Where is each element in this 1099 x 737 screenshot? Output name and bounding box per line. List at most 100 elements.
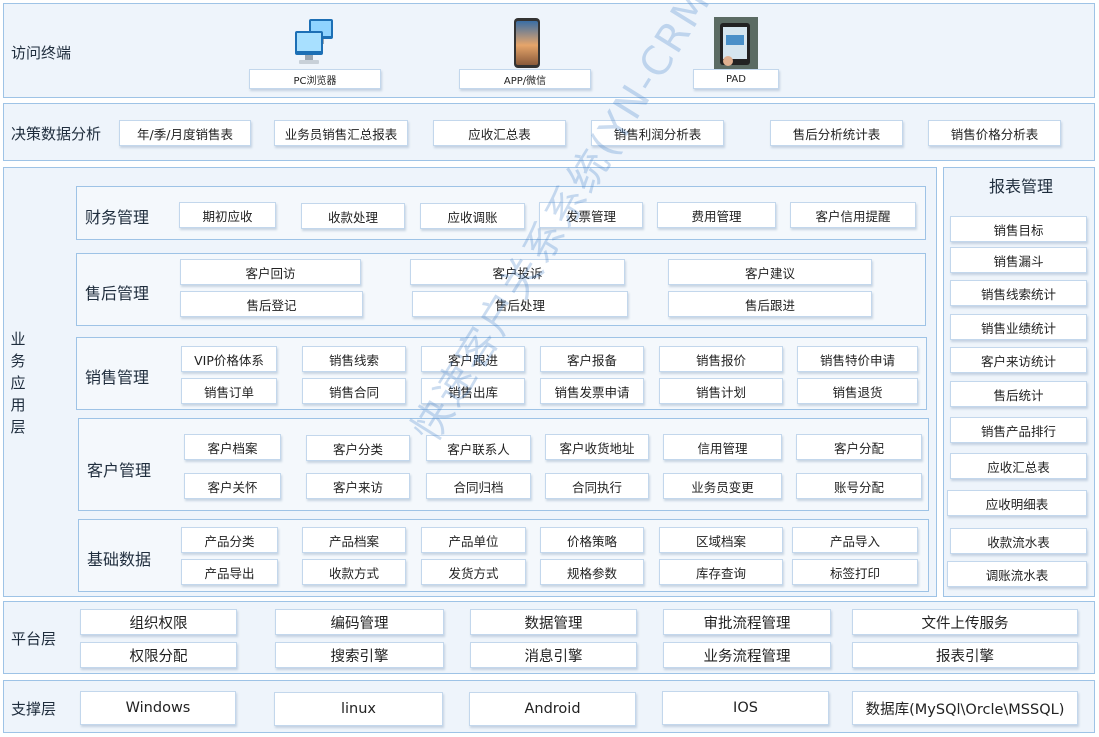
report-item: 销售线索统计 bbox=[950, 280, 1087, 306]
basic-data-item: 产品单位 bbox=[421, 527, 526, 553]
decision-item: 销售利润分析表 bbox=[591, 120, 724, 146]
platform-item: 业务流程管理 bbox=[663, 642, 831, 668]
terminal-pc-browser: PC浏览器 bbox=[249, 69, 381, 89]
platform-item: 文件上传服务 bbox=[852, 609, 1078, 635]
basic-data-item: 产品导出 bbox=[181, 559, 278, 585]
platform-item: 编码管理 bbox=[275, 609, 444, 635]
customer-module-title: 客户管理 bbox=[87, 461, 152, 480]
phone-icon bbox=[513, 17, 541, 69]
report-item: 客户来访统计 bbox=[950, 347, 1087, 373]
terminal-app-wechat: APP/微信 bbox=[459, 69, 591, 89]
sales-module-title: 销售管理 bbox=[85, 368, 150, 387]
finance-item: 期初应收 bbox=[179, 202, 276, 228]
support-item: Android bbox=[469, 692, 636, 726]
basic-data-item: 收款方式 bbox=[302, 559, 406, 585]
basic-data-item: 产品档案 bbox=[302, 527, 406, 553]
business-layer-title-char: 用 bbox=[10, 396, 26, 414]
support-item: 数据库(MySQl\Orcle\MSSQL) bbox=[852, 691, 1078, 725]
finance-item: 发票管理 bbox=[539, 202, 643, 228]
decision-item: 年/季/月度销售表 bbox=[119, 120, 251, 146]
sales-item: 销售出库 bbox=[421, 378, 525, 404]
basic-data-item: 产品分类 bbox=[181, 527, 278, 553]
customer-item: 客户关怀 bbox=[184, 473, 281, 499]
customer-item: 业务员变更 bbox=[663, 473, 782, 499]
decision-item: 应收汇总表 bbox=[433, 120, 566, 146]
platform-item: 权限分配 bbox=[80, 642, 237, 668]
support-item: linux bbox=[274, 692, 443, 726]
basic-data-item: 规格参数 bbox=[540, 559, 644, 585]
customer-item: 客户联系人 bbox=[426, 435, 531, 461]
customer-item: 客户分配 bbox=[796, 434, 922, 460]
business-layer-title-char: 务 bbox=[10, 352, 26, 370]
finance-item: 收款处理 bbox=[301, 203, 405, 229]
aftersales-item: 售后处理 bbox=[412, 291, 628, 317]
business-layer-title-char: 应 bbox=[10, 374, 26, 392]
support-item: Windows bbox=[80, 691, 236, 725]
aftersales-item: 客户建议 bbox=[668, 259, 872, 285]
platform-item: 搜索引擎 bbox=[275, 642, 444, 668]
terminal-pad: PAD bbox=[693, 69, 779, 89]
platform-item: 组织权限 bbox=[80, 609, 237, 635]
support-layer-title: 支撑层 bbox=[11, 700, 57, 718]
aftersales-module-title: 售后管理 bbox=[85, 284, 150, 303]
sales-item: 销售计划 bbox=[659, 378, 783, 404]
sales-item: 客户报备 bbox=[540, 346, 644, 372]
finance-module-title: 财务管理 bbox=[85, 208, 150, 227]
terminal-layer-title: 访问终端 bbox=[11, 44, 72, 62]
sales-item: 销售合同 bbox=[302, 378, 406, 404]
customer-item: 账号分配 bbox=[796, 473, 922, 499]
sales-item: 客户跟进 bbox=[421, 346, 525, 372]
basic-data-module-title: 基础数据 bbox=[87, 550, 152, 569]
basic-data-item: 发货方式 bbox=[421, 559, 526, 585]
customer-item: 客户收货地址 bbox=[545, 434, 649, 460]
aftersales-item: 客户投诉 bbox=[410, 259, 625, 285]
basic-data-item: 产品导入 bbox=[792, 527, 918, 553]
tablet-icon bbox=[714, 17, 758, 69]
business-layer-title-char: 层 bbox=[10, 418, 26, 436]
sales-item: VIP价格体系 bbox=[181, 346, 277, 372]
aftersales-item: 售后跟进 bbox=[668, 291, 872, 317]
pc-icon bbox=[293, 17, 337, 67]
sales-item: 销售订单 bbox=[181, 378, 277, 404]
report-item: 销售业绩统计 bbox=[950, 314, 1087, 340]
sales-item: 销售发票申请 bbox=[540, 378, 644, 404]
report-item: 销售漏斗 bbox=[950, 247, 1087, 273]
platform-item: 消息引擎 bbox=[470, 642, 637, 668]
sales-item: 销售特价申请 bbox=[797, 346, 918, 372]
report-item: 调账流水表 bbox=[947, 561, 1087, 587]
basic-data-item: 库存查询 bbox=[659, 559, 783, 585]
business-layer-title-char: 业 bbox=[10, 330, 26, 348]
platform-layer-title: 平台层 bbox=[11, 630, 57, 648]
platform-item: 数据管理 bbox=[470, 609, 637, 635]
aftersales-item: 售后登记 bbox=[180, 291, 363, 317]
decision-layer-title: 决策数据分析 bbox=[11, 125, 102, 143]
platform-item: 审批流程管理 bbox=[663, 609, 831, 635]
decision-item: 业务员销售汇总报表 bbox=[274, 120, 408, 146]
sales-item: 销售退货 bbox=[797, 378, 918, 404]
customer-item: 客户来访 bbox=[306, 473, 410, 499]
sales-item: 销售报价 bbox=[659, 346, 783, 372]
finance-item: 应收调账 bbox=[420, 203, 525, 229]
customer-item: 客户分类 bbox=[306, 435, 410, 461]
report-item: 销售目标 bbox=[950, 216, 1087, 242]
basic-data-item: 标签打印 bbox=[792, 559, 918, 585]
finance-item: 客户信用提醒 bbox=[790, 202, 916, 228]
basic-data-item: 区域档案 bbox=[659, 527, 783, 553]
report-item: 收款流水表 bbox=[950, 528, 1087, 554]
report-item: 销售产品排行 bbox=[950, 417, 1087, 443]
customer-item: 信用管理 bbox=[663, 434, 782, 460]
support-item: IOS bbox=[662, 691, 829, 725]
customer-item: 客户档案 bbox=[184, 434, 281, 460]
aftersales-item: 客户回访 bbox=[180, 259, 361, 285]
decision-item: 销售价格分析表 bbox=[928, 120, 1061, 146]
basic-data-item: 价格策略 bbox=[540, 527, 644, 553]
reports-panel-title: 报表管理 bbox=[989, 177, 1054, 196]
decision-item: 售后分析统计表 bbox=[770, 120, 903, 146]
customer-item: 合同执行 bbox=[545, 473, 649, 499]
report-item: 应收汇总表 bbox=[950, 453, 1087, 479]
customer-item: 合同归档 bbox=[426, 473, 531, 499]
report-item: 售后统计 bbox=[950, 381, 1087, 407]
business-layer-title: 业 务 应 用 层 bbox=[9, 328, 27, 438]
finance-item: 费用管理 bbox=[657, 202, 776, 228]
platform-item: 报表引擎 bbox=[852, 642, 1078, 668]
